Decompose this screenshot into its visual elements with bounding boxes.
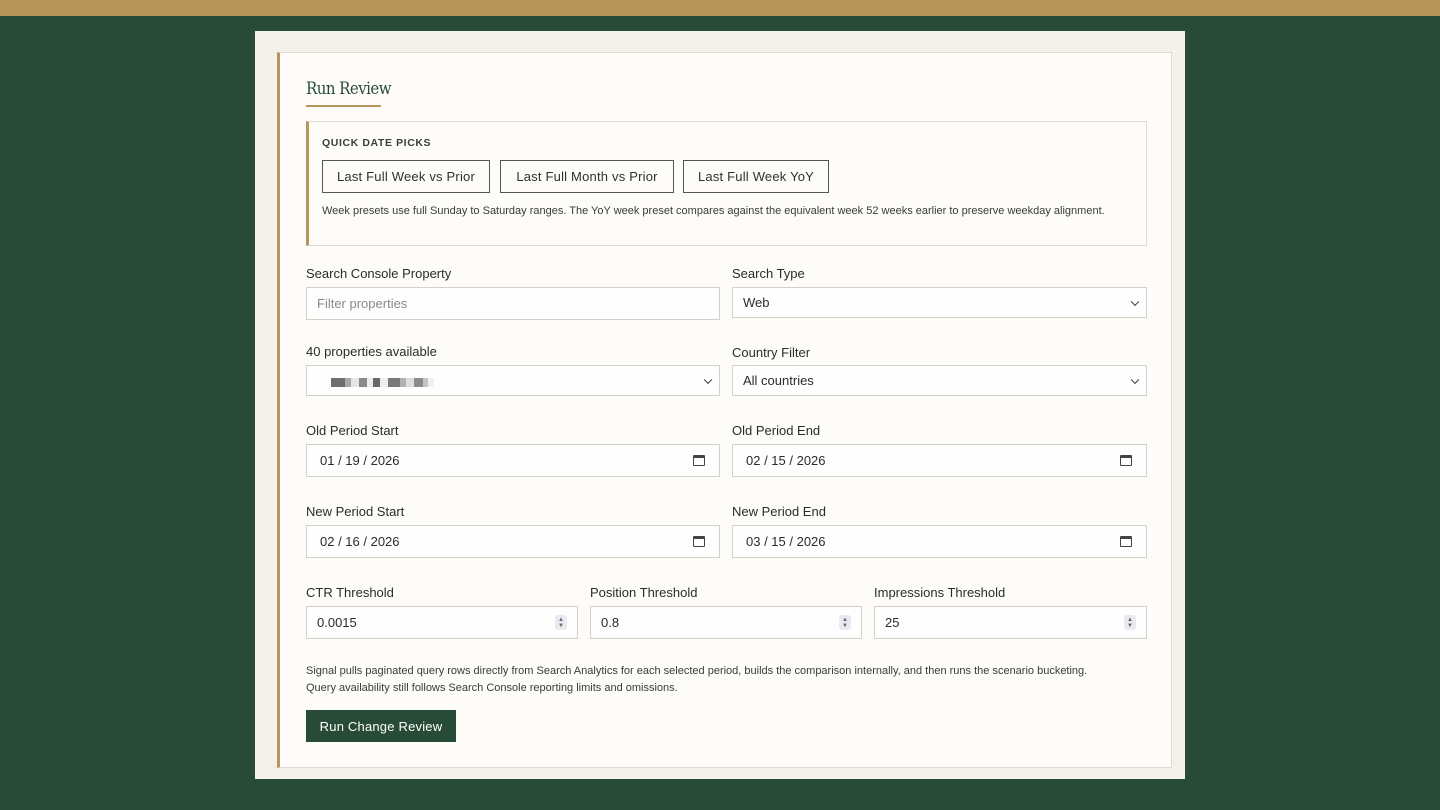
- search-type-select[interactable]: Web: [732, 287, 1147, 318]
- new-period-start-input[interactable]: 02 / 16 / 2026: [306, 525, 720, 558]
- old-period-start-value: 01 / 19 / 2026: [320, 453, 400, 468]
- property-count-label: 40 properties available: [306, 344, 437, 359]
- run-review-card: Run Review QUICK DATE PICKS Last Full We…: [277, 52, 1172, 768]
- old-period-end-value: 02 / 15 / 2026: [746, 453, 826, 468]
- old-period-end-input[interactable]: 02 / 15 / 2026: [732, 444, 1147, 477]
- footer-note: Signal pulls paginated query rows direct…: [306, 663, 1087, 697]
- page-sheet: Run Review QUICK DATE PICKS Last Full We…: [255, 31, 1185, 779]
- stepper-icon[interactable]: ▲ ▼: [555, 615, 567, 630]
- search-type-value: Web: [743, 295, 770, 310]
- calendar-icon[interactable]: [1120, 536, 1132, 547]
- stepper-icon[interactable]: ▲ ▼: [839, 615, 851, 630]
- impressions-threshold-value: 25: [885, 615, 900, 630]
- position-threshold-input[interactable]: 0.8 ▲ ▼: [590, 606, 862, 639]
- quick-date-picks-panel: QUICK DATE PICKS Last Full Week vs Prior…: [306, 121, 1147, 246]
- stepper-icon[interactable]: ▲ ▼: [1124, 615, 1136, 630]
- new-period-start-value: 02 / 16 / 2026: [320, 534, 400, 549]
- chevron-down-icon: [1130, 297, 1140, 306]
- new-period-end-value: 03 / 15 / 2026: [746, 534, 826, 549]
- section-title: Run Review: [306, 79, 392, 99]
- footer-note-line-1: Signal pulls paginated query rows direct…: [306, 665, 1088, 677]
- old-period-start-label: Old Period Start: [306, 423, 399, 438]
- new-period-start-label: New Period Start: [306, 504, 405, 519]
- new-period-end-label: New Period End: [732, 504, 826, 519]
- country-filter-label: Country Filter: [732, 345, 811, 360]
- footer-note-line-2: Query availability still follows Search …: [306, 682, 678, 694]
- position-threshold-value: 0.8: [601, 615, 620, 630]
- quick-picks-note: Week presets use full Sunday to Saturday…: [322, 205, 1105, 217]
- top-accent-band: [0, 0, 1440, 16]
- title-underline: [306, 105, 381, 107]
- new-period-end-input[interactable]: 03 / 15 / 2026: [732, 525, 1147, 558]
- ctr-threshold-value: 0.0015: [317, 615, 357, 630]
- search-type-label: Search Type: [732, 266, 805, 281]
- chevron-down-icon: [1130, 375, 1140, 384]
- chevron-down-icon: [703, 375, 713, 384]
- country-filter-select[interactable]: All countries: [732, 365, 1147, 396]
- preset-last-full-week-yoy-button[interactable]: Last Full Week YoY: [683, 160, 829, 193]
- property-label: Search Console Property: [306, 266, 452, 281]
- property-value-redacted: [331, 378, 434, 387]
- impressions-threshold-label: Impressions Threshold: [874, 585, 1006, 600]
- ctr-threshold-label: CTR Threshold: [306, 585, 394, 600]
- position-threshold-label: Position Threshold: [590, 585, 698, 600]
- preset-last-full-week-vs-prior-button[interactable]: Last Full Week vs Prior: [322, 160, 490, 193]
- old-period-end-label: Old Period End: [732, 423, 821, 438]
- calendar-icon[interactable]: [693, 455, 705, 466]
- country-filter-value: All countries: [743, 373, 814, 388]
- old-period-start-input[interactable]: 01 / 19 / 2026: [306, 444, 720, 477]
- calendar-icon[interactable]: [693, 536, 705, 547]
- ctr-threshold-input[interactable]: 0.0015 ▲ ▼: [306, 606, 578, 639]
- quick-date-picks-label: QUICK DATE PICKS: [322, 137, 432, 149]
- property-select[interactable]: [306, 365, 720, 396]
- property-filter-input[interactable]: Filter properties: [306, 287, 720, 320]
- impressions-threshold-input[interactable]: 25 ▲ ▼: [874, 606, 1147, 639]
- preset-last-full-month-vs-prior-button[interactable]: Last Full Month vs Prior: [500, 160, 674, 193]
- run-change-review-button[interactable]: Run Change Review: [306, 710, 456, 742]
- calendar-icon[interactable]: [1120, 455, 1132, 466]
